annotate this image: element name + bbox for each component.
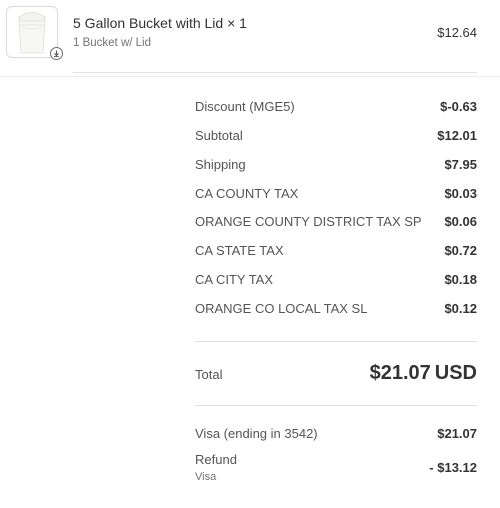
- row-value: $-0.63: [440, 99, 477, 114]
- refund-label: Refund: [195, 452, 237, 467]
- tax-row: CA CITY TAX $0.18: [195, 272, 477, 292]
- row-label: Subtotal: [195, 128, 243, 143]
- product-variant: 1 Bucket w/ Lid: [73, 37, 151, 49]
- row-value: $12.01: [437, 128, 477, 143]
- tax-row: ORANGE CO LOCAL TAX SL $0.12: [195, 301, 477, 321]
- section-divider: [0, 76, 500, 77]
- refund-value: - $13.12: [429, 460, 477, 475]
- row-label: Discount (MGE5): [195, 99, 295, 114]
- subtotal-row: Subtotal $12.01: [195, 128, 477, 148]
- product-title: 5 Gallon Bucket with Lid × 1: [73, 15, 247, 31]
- row-label: Shipping: [195, 157, 246, 172]
- total-amount: $21.07 USD: [370, 362, 477, 385]
- discount-row: Discount (MGE5) $-0.63: [195, 99, 477, 119]
- row-value: $0.18: [444, 272, 477, 287]
- bucket-image: [18, 12, 46, 54]
- download-icon: [50, 47, 63, 60]
- row-value: $0.03: [444, 186, 477, 201]
- divider: [195, 341, 477, 342]
- row-label: CA COUNTY TAX: [195, 186, 299, 201]
- row-value: $7.95: [444, 157, 477, 172]
- total-label: Total: [195, 367, 223, 382]
- row-label: ORANGE COUNTY DISTRICT TAX SP: [195, 214, 422, 229]
- row-value: $0.12: [444, 301, 477, 316]
- row-label: ORANGE CO LOCAL TAX SL: [195, 301, 368, 316]
- total-value: $21.07: [369, 362, 431, 384]
- divider: [73, 72, 477, 73]
- row-label: CA STATE TAX: [195, 243, 284, 258]
- refund-method: Visa: [195, 471, 217, 483]
- row-label: CA CITY TAX: [195, 272, 274, 287]
- product-thumbnail: [6, 6, 63, 60]
- tax-row: CA COUNTY TAX $0.03: [195, 186, 477, 206]
- row-value: $0.72: [444, 243, 477, 258]
- tax-row: ORANGE COUNTY DISTRICT TAX SP $0.06: [195, 214, 477, 234]
- order-line-item: 5 Gallon Bucket with Lid × 1 1 Bucket w/…: [0, 0, 500, 72]
- visa-payment-value: $21.07: [437, 426, 477, 441]
- row-value: $0.06: [444, 214, 477, 229]
- divider: [195, 405, 477, 406]
- product-price: $12.64: [437, 25, 477, 40]
- total-currency: USD: [434, 362, 477, 384]
- tax-row: CA STATE TAX $0.72: [195, 243, 477, 263]
- shipping-row: Shipping $7.95: [195, 157, 477, 177]
- visa-payment-label: Visa (ending in 3542): [195, 426, 318, 441]
